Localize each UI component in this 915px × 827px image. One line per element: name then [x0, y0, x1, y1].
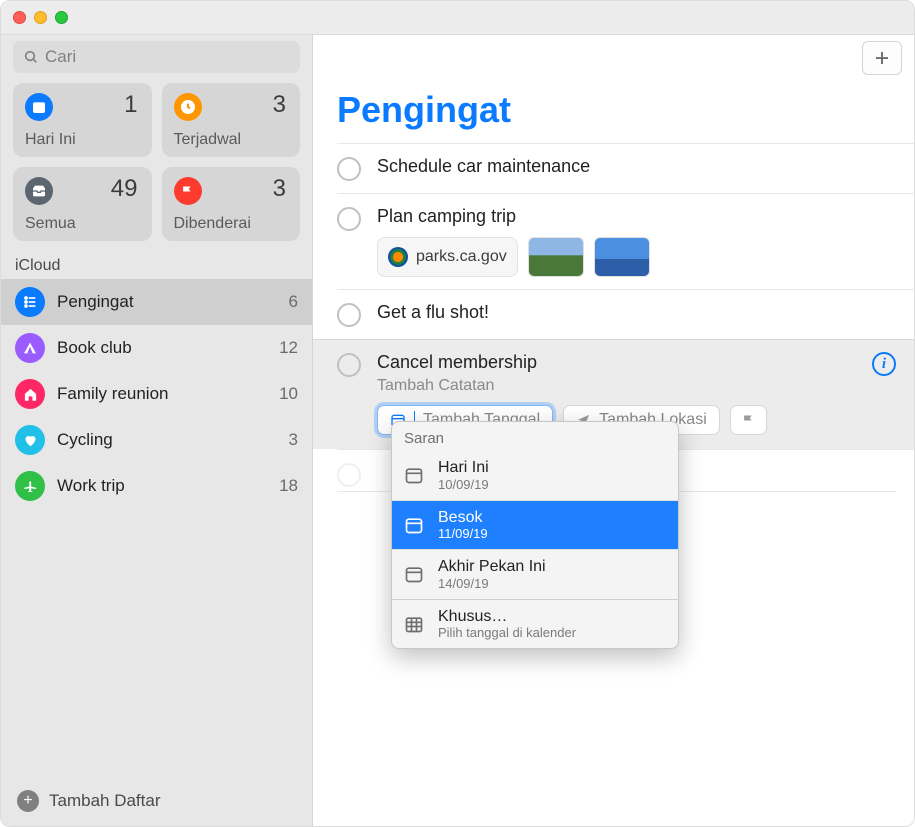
suggestion-date: 14/09/19 — [438, 576, 546, 591]
smart-count: 3 — [273, 91, 286, 119]
tray-icon — [25, 177, 53, 205]
complete-toggle[interactable] — [337, 463, 361, 487]
section-header: iCloud — [1, 253, 312, 279]
date-suggestions-popover: Saran Hari Ini 10/09/19 Besok 11/09/19 — [391, 421, 679, 649]
plus-icon: + — [17, 790, 39, 812]
reminder-title: Plan camping trip — [377, 206, 896, 227]
calendar-icon — [404, 465, 426, 485]
list-name: Pengingat — [57, 292, 277, 312]
close-window-button[interactable] — [13, 11, 26, 24]
calendar-icon — [404, 564, 426, 584]
suggestion-custom[interactable]: Khusus… Pilih tanggal di kalender — [392, 599, 678, 649]
reminders-window: Cari 1 Hari Ini 3 Terjadwal — [0, 0, 915, 827]
reminder-title: Schedule car maintenance — [377, 156, 896, 177]
sidebar-list-family[interactable]: Family reunion 10 — [1, 371, 312, 417]
suggestion-weekend[interactable]: Akhir Pekan Ini 14/09/19 — [392, 549, 678, 599]
sidebar-list-cycling[interactable]: Cycling 3 — [1, 417, 312, 463]
tent-icon — [15, 333, 45, 363]
zoom-window-button[interactable] — [55, 11, 68, 24]
flag-icon — [741, 413, 756, 428]
list-count: 18 — [279, 476, 298, 496]
sidebar: Cari 1 Hari Ini 3 Terjadwal — [1, 35, 313, 826]
calendar-icon — [25, 93, 53, 121]
smart-label: Hari Ini — [25, 131, 76, 149]
complete-toggle[interactable] — [337, 207, 361, 231]
smart-label: Terjadwal — [174, 131, 242, 149]
reminder-title: Get a flu shot! — [377, 302, 896, 323]
info-button[interactable]: i — [872, 352, 896, 376]
url-text: parks.ca.gov — [416, 248, 507, 266]
add-list-label: Tambah Daftar — [49, 791, 161, 811]
reminder-item[interactable]: Get a flu shot! — [337, 289, 914, 339]
list-count: 12 — [279, 338, 298, 358]
complete-toggle[interactable] — [337, 157, 361, 181]
suggestion-title: Akhir Pekan Ini — [438, 558, 546, 576]
list-count: 6 — [289, 292, 298, 312]
suggestion-title: Khusus… — [438, 608, 576, 626]
list-name: Family reunion — [57, 384, 267, 404]
toolbar — [313, 35, 914, 87]
smart-count: 49 — [111, 175, 138, 203]
minimize-window-button[interactable] — [34, 11, 47, 24]
add-list-button[interactable]: + Tambah Daftar — [1, 776, 312, 826]
list-name: Book club — [57, 338, 267, 358]
reminder-item[interactable]: Schedule car maintenance — [337, 143, 914, 193]
suggestion-today[interactable]: Hari Ini 10/09/19 — [392, 451, 678, 500]
calendar-grid-icon — [404, 614, 426, 634]
smart-lists: 1 Hari Ini 3 Terjadwal 49 Semua — [1, 83, 312, 253]
search-icon — [23, 49, 39, 65]
smart-count: 3 — [273, 175, 286, 203]
reminder-item[interactable]: Plan camping trip parks.ca.gov — [337, 193, 914, 289]
window-controls — [13, 11, 68, 24]
suggestion-date: 10/09/19 — [438, 477, 489, 492]
list-count: 3 — [289, 430, 298, 450]
flag-icon — [174, 177, 202, 205]
smart-today[interactable]: 1 Hari Ini — [13, 83, 152, 157]
suggestion-subtitle: Pilih tanggal di kalender — [438, 625, 576, 640]
complete-toggle[interactable] — [337, 303, 361, 327]
complete-toggle[interactable] — [337, 353, 361, 377]
list-title: Pengingat — [313, 87, 914, 143]
url-attachment[interactable]: parks.ca.gov — [377, 237, 518, 277]
image-thumbnail[interactable] — [528, 237, 584, 277]
flag-chip[interactable] — [730, 405, 767, 435]
smart-label: Dibenderai — [174, 215, 251, 233]
favicon-icon — [388, 247, 408, 267]
add-reminder-button[interactable] — [862, 41, 902, 75]
suggestion-title: Hari Ini — [438, 459, 489, 477]
reminder-title[interactable]: Cancel membership — [377, 352, 896, 373]
suggestion-title: Besok — [438, 509, 488, 527]
plane-icon — [15, 471, 45, 501]
titlebar — [1, 1, 914, 35]
search-input[interactable]: Cari — [13, 41, 300, 73]
smart-label: Semua — [25, 215, 76, 233]
clock-icon — [174, 93, 202, 121]
list-count: 10 — [279, 384, 298, 404]
home-icon — [15, 379, 45, 409]
plus-icon — [873, 49, 891, 67]
heart-icon — [15, 425, 45, 455]
note-input[interactable]: Tambah Catatan — [377, 377, 896, 395]
attachments: parks.ca.gov — [377, 237, 896, 277]
sidebar-list-worktrip[interactable]: Work trip 18 — [1, 463, 312, 509]
my-lists: Pengingat 6 Book club 12 Family reunion … — [1, 279, 312, 776]
popover-header: Saran — [392, 422, 678, 451]
list-name: Cycling — [57, 430, 277, 450]
search-placeholder: Cari — [45, 47, 76, 67]
smart-all[interactable]: 49 Semua — [13, 167, 152, 241]
suggestion-date: 11/09/19 — [438, 526, 488, 541]
calendar-icon — [404, 515, 426, 535]
smart-flagged[interactable]: 3 Dibenderai — [162, 167, 301, 241]
image-thumbnail[interactable] — [594, 237, 650, 277]
smart-scheduled[interactable]: 3 Terjadwal — [162, 83, 301, 157]
sidebar-list-bookclub[interactable]: Book club 12 — [1, 325, 312, 371]
suggestion-tomorrow[interactable]: Besok 11/09/19 — [392, 500, 678, 550]
list-name: Work trip — [57, 476, 267, 496]
list-icon — [15, 287, 45, 317]
smart-count: 1 — [124, 91, 137, 119]
sidebar-list-pengingat[interactable]: Pengingat 6 — [1, 279, 312, 325]
